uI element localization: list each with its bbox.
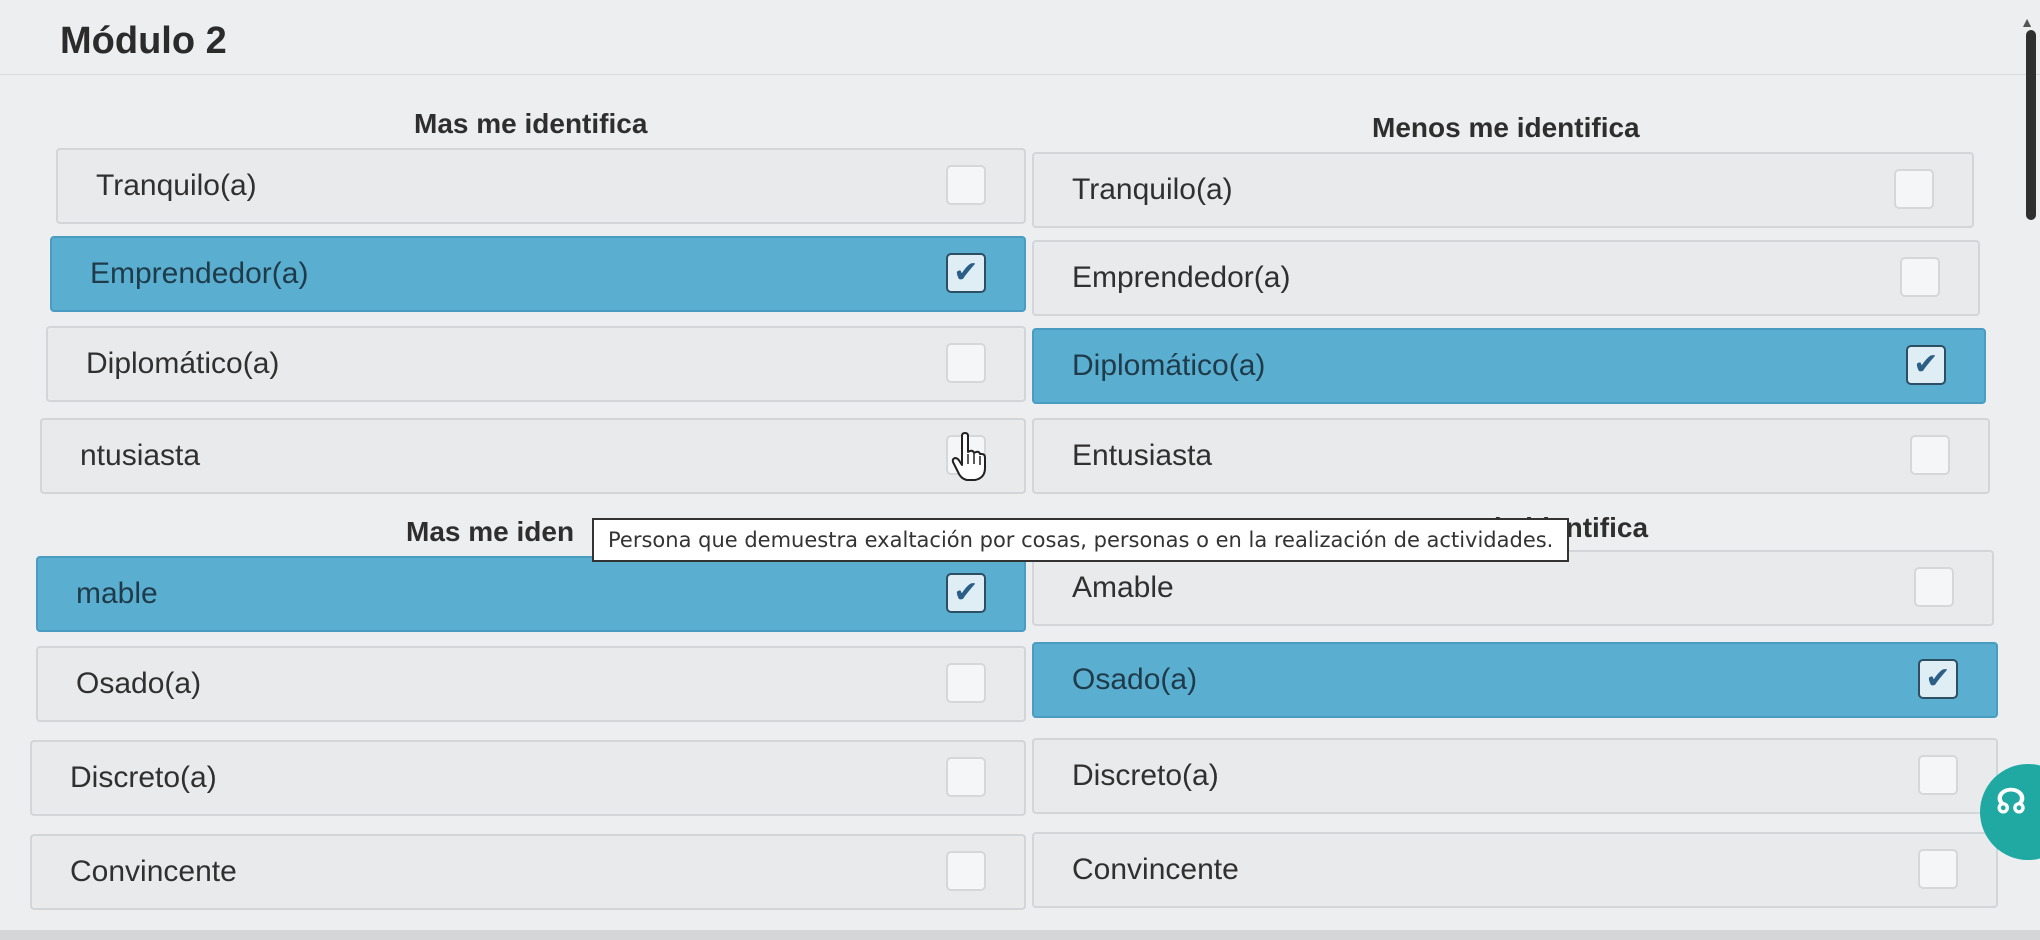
checkbox[interactable] — [946, 663, 986, 703]
check-icon: ✔ — [1913, 348, 1939, 381]
option-left-tranquilo[interactable]: Tranquilo(a) — [56, 148, 1026, 224]
option-label: Emprendedor(a) — [90, 257, 309, 290]
checkbox[interactable] — [1900, 257, 1940, 297]
option-left-discreto[interactable]: Discreto(a) — [30, 740, 1026, 816]
checkbox-checked[interactable]: ✔ — [1906, 345, 1946, 385]
checkbox[interactable] — [946, 851, 986, 891]
checkbox[interactable] — [1894, 169, 1934, 209]
option-label: ntusiasta — [80, 439, 201, 472]
header-most-identifies-2: Mas me iden — [406, 516, 575, 547]
option-label: Convincente — [70, 855, 237, 888]
checkbox[interactable] — [946, 165, 986, 205]
option-label: Diplomático(a) — [1072, 349, 1266, 382]
option-left-amable[interactable]: mable ✔ — [36, 556, 1026, 632]
option-right-convincente[interactable]: Convincente — [1032, 832, 1998, 908]
bottom-border — [0, 930, 2040, 940]
checkbox[interactable] — [1918, 849, 1958, 889]
scrollbar[interactable] — [2026, 30, 2036, 220]
hand-cursor-icon — [951, 432, 986, 481]
option-label: Convincente — [1072, 853, 1239, 886]
option-label: Entusiasta — [1072, 439, 1213, 472]
header-most-identifies-1: Mas me identifica — [414, 108, 648, 139]
tooltip: Persona que demuestra exaltación por cos… — [592, 518, 1570, 562]
option-left-convincente[interactable]: Convincente — [30, 834, 1026, 910]
checkbox[interactable] — [1910, 435, 1950, 475]
option-label: Diplomático(a) — [86, 347, 280, 380]
option-label: Discreto(a) — [1072, 759, 1219, 792]
option-right-entusiasta[interactable]: Entusiasta — [1032, 418, 1990, 494]
option-right-emprendedor[interactable]: Emprendedor(a) — [1032, 240, 1980, 316]
checkbox-checked[interactable]: ✔ — [946, 573, 986, 613]
option-label: Osado(a) — [1072, 663, 1198, 696]
option-right-osado[interactable]: Osado(a) ✔ — [1032, 642, 1998, 718]
chevron-up-icon[interactable]: ▲ — [2020, 14, 2034, 30]
check-icon: ✔ — [953, 576, 979, 609]
option-label: Discreto(a) — [70, 761, 217, 794]
check-icon: ✔ — [1925, 662, 1951, 695]
check-icon: ✔ — [953, 256, 979, 289]
checkbox[interactable] — [946, 343, 986, 383]
checkbox[interactable] — [946, 757, 986, 797]
option-label: Osado(a) — [76, 667, 202, 700]
option-label: Tranquilo(a) — [96, 169, 257, 202]
title-divider — [0, 74, 2040, 75]
checkbox-checked[interactable]: ✔ — [1918, 659, 1958, 699]
page-title: Módulo 2 — [60, 20, 227, 62]
option-label: Tranquilo(a) — [1072, 173, 1233, 206]
option-left-diplomatico[interactable]: Diplomático(a) — [46, 326, 1026, 402]
headset-icon: ☊ — [1996, 783, 2027, 821]
option-right-discreto[interactable]: Discreto(a) — [1032, 738, 1998, 814]
option-label: Amable — [1072, 571, 1174, 604]
option-label: Emprendedor(a) — [1072, 261, 1291, 294]
checkbox[interactable] — [1918, 755, 1958, 795]
option-left-entusiasta[interactable]: ntusiasta — [40, 418, 1026, 494]
checkbox[interactable] — [1914, 567, 1954, 607]
option-label: mable — [76, 577, 158, 610]
option-right-diplomatico[interactable]: Diplomático(a) ✔ — [1032, 328, 1986, 404]
option-left-emprendedor[interactable]: Emprendedor(a) ✔ — [50, 236, 1026, 312]
option-right-tranquilo[interactable]: Tranquilo(a) — [1032, 152, 1974, 228]
option-left-osado[interactable]: Osado(a) — [36, 646, 1026, 722]
header-least-identifies-1: Menos me identifica — [1372, 112, 1640, 143]
checkbox-checked[interactable]: ✔ — [946, 253, 986, 293]
